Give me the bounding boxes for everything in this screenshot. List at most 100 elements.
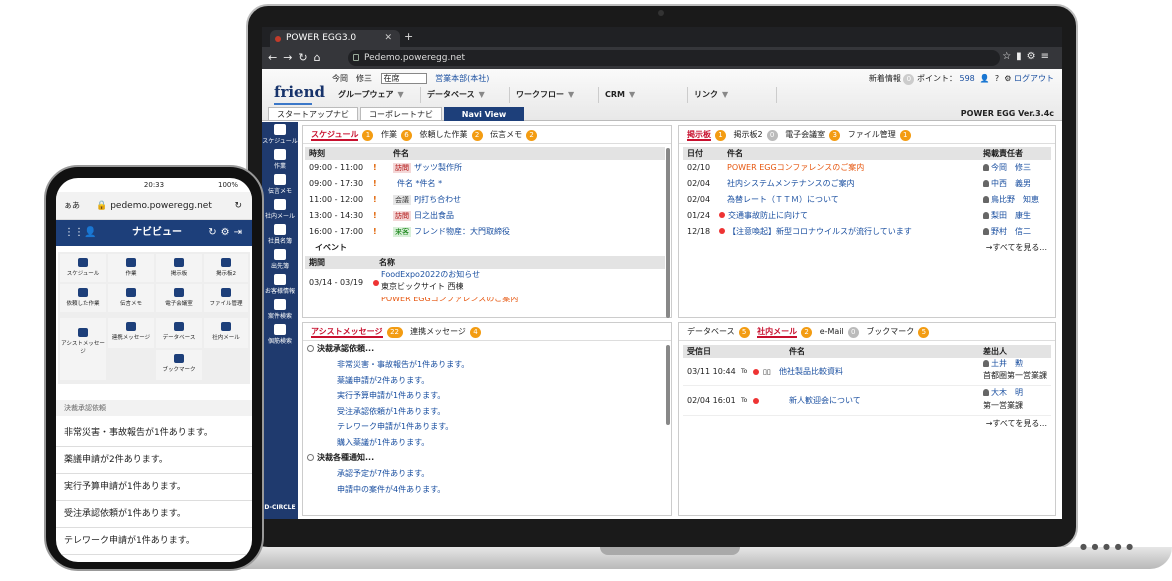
table-row[interactable]: 02/04 16:01 To 新人歓迎会について 大木 明 第一営業課 (683, 386, 1051, 416)
menu-link[interactable]: リンク ▼ (688, 87, 777, 103)
list-item[interactable]: 承認予定が7件あります。 (303, 466, 671, 482)
grid-item[interactable]: ブックマーク (156, 350, 202, 380)
menu-crm[interactable]: CRM ▼ (599, 87, 688, 103)
help-icon[interactable]: ? (992, 74, 1001, 83)
section-notice[interactable]: 決裁各種通知... (303, 450, 671, 466)
sidebar-item-mail[interactable]: 社内メール (262, 197, 298, 222)
sidebar-item-directory[interactable]: 社員名簿 (262, 222, 298, 247)
tab-navi-view[interactable]: Navi View (444, 107, 524, 121)
chevron-down-icon: ▼ (722, 90, 729, 99)
list-item[interactable]: 非常災害・事故報告が1件あります。 (303, 357, 671, 373)
sidebar-item-task[interactable]: 作業 (262, 147, 298, 172)
reload-icon[interactable]: ↻ (234, 192, 242, 220)
sidebar-item-customer[interactable]: お客様情報 (262, 272, 298, 297)
tab-startup-navi[interactable]: スタートアップナビ (268, 107, 358, 121)
department-link[interactable]: 営業本部(本社) (435, 74, 489, 83)
tab-file[interactable]: ファイル管理 (848, 130, 896, 139)
list-item[interactable]: 受注承認依頼が1件あります。 (56, 501, 252, 528)
status-select[interactable]: 在席 (380, 73, 427, 84)
table-row[interactable]: 13:00 - 14:30! 訪問 日之出食品 (305, 208, 665, 224)
browser-actions[interactable]: ☆▮⚙≡ (1002, 51, 1054, 62)
list-item[interactable]: テレワーク申請が1件あります。 (56, 528, 252, 555)
list-item[interactable]: テレワーク申請が1件あります。 (303, 419, 671, 435)
table-row[interactable]: 02/04 社内システムメンテナンスのご案内 中西 義男 (683, 176, 1051, 192)
tab-email[interactable]: e-Mail (820, 327, 844, 336)
list-item[interactable]: 実行予算申請が1件あります。 (303, 388, 671, 404)
event-row-next[interactable]: POWER EGGコンファレンスのご案内 (305, 297, 665, 305)
scrollbar[interactable] (666, 148, 670, 318)
points-value[interactable]: 598 (960, 74, 975, 83)
table-row[interactable]: 09:00 - 11:00! 訪問 ザッツ製作所 (305, 160, 665, 176)
grid-item[interactable]: 伝言メモ (108, 284, 154, 312)
nav-buttons[interactable]: ←→↻⌂ (268, 51, 327, 64)
tab-assist[interactable]: アシストメッセージ (311, 327, 383, 338)
board-icon (221, 258, 231, 267)
menu-groupware[interactable]: グループウェア ▼ (332, 87, 421, 103)
grid-item[interactable]: 依頼した作業 (60, 284, 106, 312)
tab-board[interactable]: 掲示板 (687, 130, 711, 141)
list-item[interactable]: 薬議申請が2件あります。 (56, 447, 252, 474)
grid-icon[interactable]: ⋮⋮ (64, 220, 84, 246)
grid-item[interactable]: ファイル管理 (204, 284, 248, 312)
table-row[interactable]: 12/18 【注意喚起】新型コロナウイルスが流行しています 野村 信二 (683, 224, 1051, 240)
list-item[interactable]: 薬議申請が2件あります。 (303, 373, 671, 389)
sidebar-item-search[interactable]: 個筋検索 (262, 322, 298, 347)
tab-conference[interactable]: 電子会議室 (785, 130, 825, 139)
grid-item[interactable]: 作業 (108, 254, 154, 282)
sidebar-item-whereabouts[interactable]: 出先簿 (262, 247, 298, 272)
sidebar-item-case-search[interactable]: 案件検索 (262, 297, 298, 322)
close-icon[interactable]: ✕ (384, 30, 392, 47)
grid-item[interactable]: 電子会議室 (156, 284, 202, 312)
grid-item[interactable]: 社内メール (204, 318, 248, 348)
list-item[interactable]: 実行予算申請が1件あります。 (56, 474, 252, 501)
grid-item[interactable]: 掲示板2 (204, 254, 248, 282)
phone-nav-actions[interactable]: ↻⚙⇥ (208, 220, 246, 246)
logout-link[interactable]: ログアウト (1014, 74, 1054, 83)
grid-item[interactable]: 掲示板 (156, 254, 202, 282)
grid-item[interactable]: アシストメッセージ (60, 318, 106, 380)
browser-tab[interactable]: POWER EGG3.0 ✕ (270, 30, 400, 47)
tab-corporate-navi[interactable]: コーポレートナビ (360, 107, 442, 121)
list-item[interactable]: 受注承認依頼が1件あります。 (303, 404, 671, 420)
table-row[interactable]: 02/04 為替レート（ＴＴＭ）について 鳥比野 知恵 (683, 192, 1051, 208)
table-row[interactable]: 01/24 交通事故防止に向けて 梨田 康生 (683, 208, 1051, 224)
tab-linked[interactable]: 連携メッセージ (410, 327, 466, 336)
user-icon[interactable]: 👤 (84, 220, 96, 246)
sidebar-item-memo[interactable]: 伝言メモ (262, 172, 298, 197)
settings-icon[interactable]: ⚙ (1004, 74, 1011, 83)
scrollbar[interactable] (666, 345, 670, 425)
tab-task[interactable]: 作業 (381, 130, 397, 139)
tab-database[interactable]: データベース (687, 327, 735, 336)
menu-workflow[interactable]: ワークフロー ▼ (510, 87, 599, 103)
phone-address-bar[interactable]: ぁあ 🔒 pedemo.poweregg.net ↻ (56, 192, 252, 220)
list-item[interactable]: 購入薬議が1件あります。 (303, 435, 671, 451)
table-row[interactable]: 11:00 - 12:00! 会議 PJ打ち合わせ (305, 192, 665, 208)
grid-item[interactable]: スケジュール (60, 254, 106, 282)
grid-item[interactable]: データベース (156, 318, 202, 348)
menu-database[interactable]: データベース ▼ (421, 87, 510, 103)
list-item[interactable]: 申請中の案件が4件あります。 (303, 482, 671, 498)
list-item[interactable]: 非常災害・事故報告が1件あります。 (56, 420, 252, 447)
tab-board2[interactable]: 掲示板2 (734, 130, 763, 139)
tab-requested-task[interactable]: 依頼した作業 (420, 130, 468, 139)
mail-see-all[interactable]: →すべてを見る... (683, 416, 1051, 432)
table-row[interactable]: 16:00 - 17:00! 来客 フレンド物産：大門取締役 (305, 224, 665, 240)
tab-schedule[interactable]: スケジュール (311, 130, 359, 141)
tab-internal-mail[interactable]: 社内メール (757, 327, 798, 338)
new-info-label[interactable]: 新着情報 (869, 74, 901, 83)
section-approval[interactable]: 決裁承認依頼... (303, 341, 671, 357)
address-bar[interactable]: Pedemo.poweregg.net (348, 50, 1000, 66)
text-size-button[interactable]: ぁあ (64, 192, 80, 220)
table-row[interactable]: 02/10 POWER EGGコンファレンスのご案内 今岡 修三 (683, 160, 1051, 176)
user-icon[interactable]: 👤 (977, 74, 990, 83)
tab-memo[interactable]: 伝言メモ (490, 130, 522, 139)
grid-item[interactable]: 連携メッセージ (108, 318, 154, 348)
tab-bookmark[interactable]: ブックマーク (866, 327, 914, 336)
new-tab-icon[interactable]: + (404, 30, 413, 43)
table-row[interactable]: 03/11 10:44 To ▯▯ 他社製品比較資料 土井 勲 首都圏第一営業課 (683, 358, 1051, 386)
event-row[interactable]: 03/14 - 03/19 FoodExpo2022のお知らせ 東京ビックサイト… (305, 269, 665, 297)
table-row[interactable]: 09:00 - 17:30! 件名 *件名 * (305, 176, 665, 192)
person-icon (983, 212, 989, 219)
sidebar-item-schedule[interactable]: スケジュール (262, 122, 298, 147)
board-see-all[interactable]: →すべてを見る... (683, 240, 1051, 256)
